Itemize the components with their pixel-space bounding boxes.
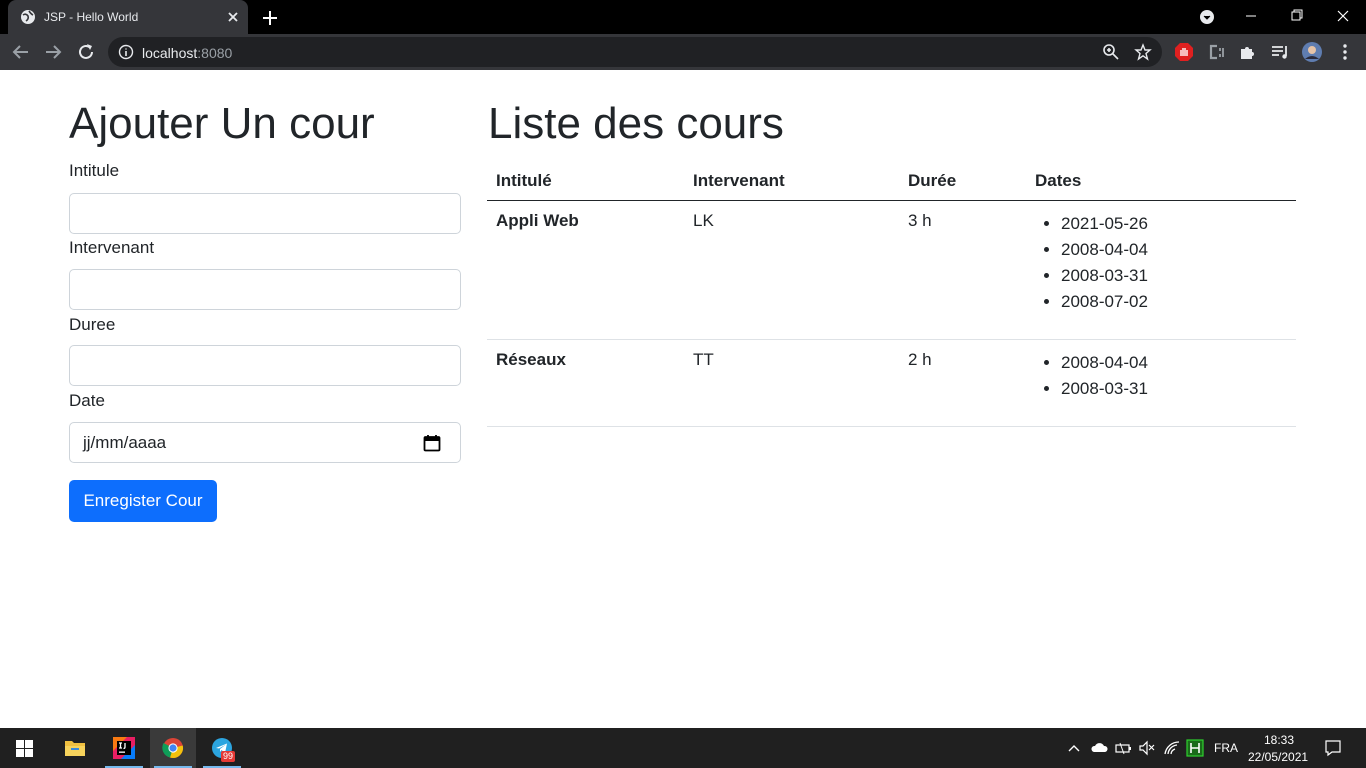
taskbar-file-explorer[interactable] [52,728,98,768]
profile-avatar-icon[interactable] [1301,41,1323,63]
wifi-icon[interactable] [1163,740,1181,756]
course-dates: 2008-04-04 2008-03-31 [1026,339,1296,427]
course-name: Réseaux [487,339,684,427]
clock-date[interactable]: 22/05/2021 [1248,750,1308,764]
column-header-intitule: Intitulé [487,162,684,201]
table-header-row: Intitulé Intervenant Durée Dates [487,162,1296,201]
menu-kebab-icon[interactable] [1334,41,1356,63]
table-row: Réseaux TT 2 h 2008-04-04 2008-03-31 [487,339,1296,427]
form-heading: Ajouter Un cour [69,99,375,148]
tab-title: JSP - Hello World [44,10,139,24]
table-row: Appli Web LK 3 h 2021-05-26 2008-04-04 2… [487,200,1296,340]
course-duration: 2 h [899,339,1026,427]
windows-taskbar: 99 FRA 18:33 22/05/2021 [0,728,1366,768]
browser-toolbar: localhost:8080 [0,34,1366,70]
notifications-icon[interactable] [1324,739,1342,757]
duree-label: Duree [69,315,116,334]
browser-tab[interactable]: JSP - Hello World [8,0,248,34]
url-text: localhost:8080 [142,45,232,61]
date-item: 2008-07-02 [1061,289,1287,315]
windows-start-icon[interactable] [16,740,33,757]
folder-icon [65,741,85,756]
course-speaker: LK [684,200,899,340]
column-header-dates: Dates [1026,162,1296,201]
course-duration: 3 h [899,200,1026,340]
date-label: Date [69,391,105,410]
media-queue-icon[interactable] [1269,41,1291,63]
chevron-up-icon[interactable] [1067,742,1081,754]
taskbar-telegram[interactable]: 99 [199,728,245,768]
address-bar[interactable]: localhost:8080 [108,37,1162,67]
intervenant-label: Intervenant [69,238,155,257]
date-input[interactable]: jj/mm/aaaa [69,422,461,463]
courses-table: Intitulé Intervenant Durée Dates Appli W… [487,162,1296,427]
input-language[interactable]: FRA [1214,741,1238,755]
clock-time[interactable]: 18:33 [1264,733,1294,747]
extensions-puzzle-icon[interactable] [1237,41,1259,63]
date-item: 2008-04-04 [1061,350,1287,376]
dates-list: 2021-05-26 2008-04-04 2008-03-31 2008-07… [1035,211,1287,315]
date-item: 2008-03-31 [1061,263,1287,289]
back-arrow-icon[interactable] [10,41,32,63]
onedrive-cloud-icon[interactable] [1090,740,1108,754]
intitule-label: Intitule [69,161,120,180]
taskbar-intellij[interactable] [101,728,147,768]
close-tab-icon[interactable] [224,8,242,26]
taskbar-chrome[interactable] [150,728,196,768]
column-header-duree: Durée [899,162,1026,201]
restore-icon[interactable] [1274,0,1320,32]
url-port: :8080 [197,45,233,61]
list-heading: Liste des cours [488,99,784,148]
browser-tabstrip: JSP - Hello World [0,0,1366,34]
minimize-icon[interactable] [1228,0,1274,32]
intitule-input[interactable] [69,193,461,234]
new-tab-icon[interactable] [260,8,280,28]
bookmark-star-icon[interactable] [1134,43,1152,61]
chrome-icon [162,738,184,758]
reload-icon[interactable] [75,41,97,63]
adblock-extension-icon[interactable] [1173,41,1195,63]
app-tray-icon[interactable] [1186,739,1204,757]
zoom-icon[interactable] [1102,43,1120,61]
save-course-button[interactable]: Enregister Cour [69,480,217,522]
dates-list: 2008-04-04 2008-03-31 [1035,350,1287,402]
course-speaker: TT [684,339,899,427]
page-content: Ajouter Un cour Intitule Intervenant Dur… [0,70,1366,728]
course-name: Appli Web [487,200,684,340]
forward-arrow-icon[interactable] [42,41,64,63]
info-icon[interactable] [118,44,134,60]
notification-badge: 99 [221,751,236,762]
battery-icon[interactable] [1115,740,1133,756]
intervenant-input[interactable] [69,269,461,310]
url-host: localhost [142,45,198,61]
css-extension-icon[interactable] [1205,41,1227,63]
calendar-icon[interactable] [422,433,442,453]
globe-icon [21,10,35,24]
date-placeholder: jj/mm/aaaa [83,433,167,452]
column-header-intervenant: Intervenant [684,162,899,201]
tab-search-icon[interactable] [1199,9,1215,25]
date-item: 2008-03-31 [1061,376,1287,402]
date-item: 2021-05-26 [1061,211,1287,237]
date-item: 2008-04-04 [1061,237,1287,263]
speaker-muted-icon[interactable] [1138,740,1156,756]
intellij-icon [113,737,135,759]
course-dates: 2021-05-26 2008-04-04 2008-03-31 2008-07… [1026,200,1296,340]
duree-input[interactable] [69,345,461,386]
close-window-icon[interactable] [1320,0,1366,32]
